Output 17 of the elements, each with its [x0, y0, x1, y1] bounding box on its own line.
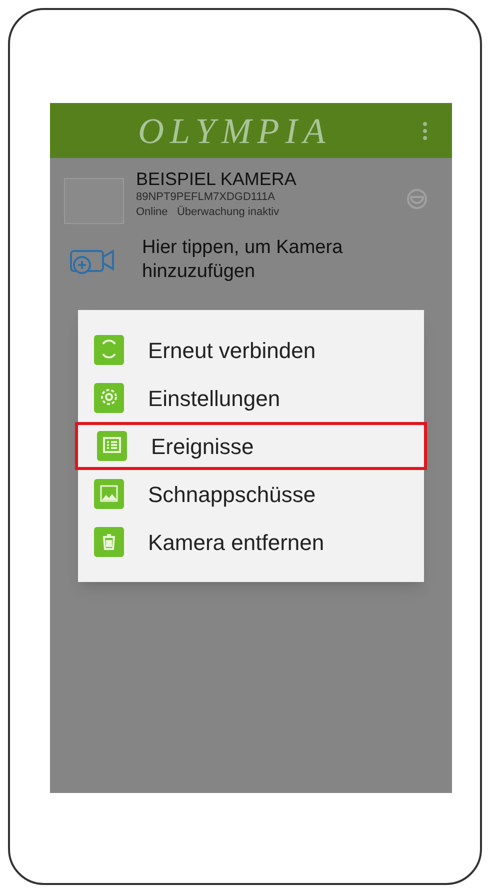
- gear-icon: [94, 383, 124, 413]
- app-title: OLYMPIA: [138, 110, 332, 152]
- refresh-icon: [94, 335, 124, 365]
- camera-serial: 89NPT9PEFLM7XDGD111A: [136, 190, 276, 205]
- more-icon[interactable]: [422, 120, 428, 140]
- camera-name[interactable]: BEISPIEL KAMERA: [136, 168, 296, 190]
- menu-item[interactable]: Einstellungen: [78, 374, 424, 422]
- trash-icon: [94, 527, 124, 557]
- camera-status: Online Überwachung inaktiv: [136, 205, 280, 220]
- camera-dome-icon[interactable]: [406, 188, 428, 210]
- menu-item[interactable]: Kamera entfernen: [78, 518, 424, 566]
- add-camera-label[interactable]: Hier tippen, um Kamera hinzuzufügen: [142, 236, 402, 284]
- list-icon: [97, 431, 127, 461]
- menu-item[interactable]: Ereignisse: [75, 422, 427, 470]
- menu-item[interactable]: Schnappschüsse: [78, 470, 424, 518]
- image-icon: [94, 479, 124, 509]
- menu-item[interactable]: Erneut verbinden: [78, 326, 424, 374]
